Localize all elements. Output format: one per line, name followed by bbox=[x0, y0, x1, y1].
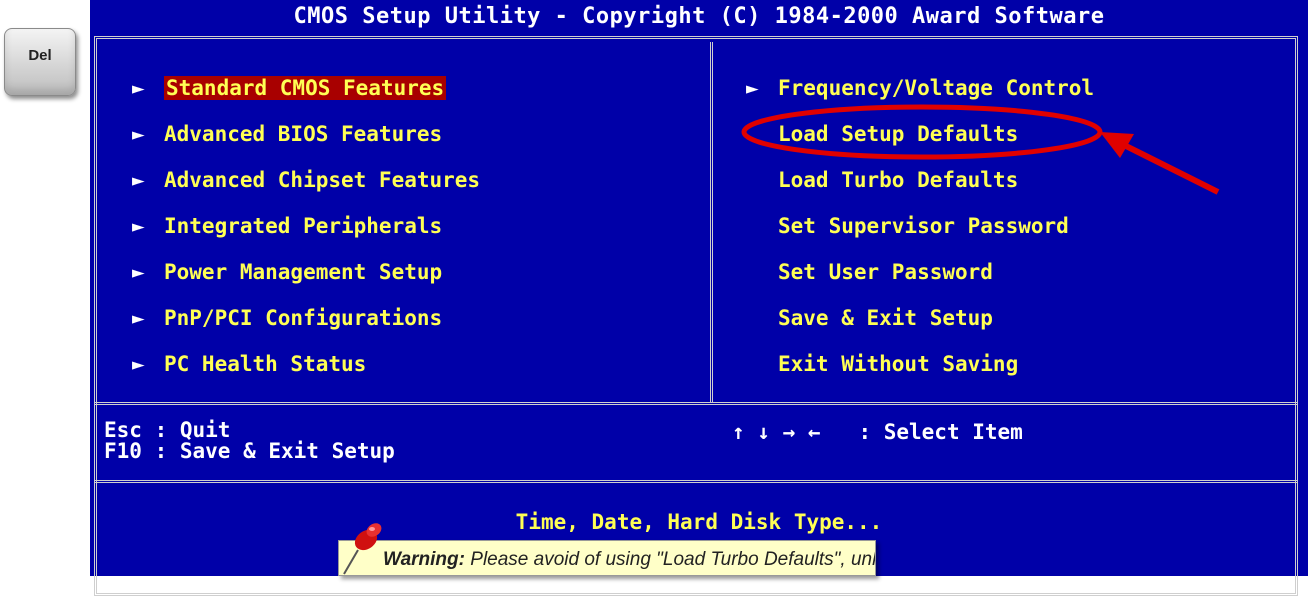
menu-item-power-management-setup[interactable]: ► Power Management Setup bbox=[132, 254, 480, 300]
menu-item-label: Advanced BIOS Features bbox=[164, 122, 443, 146]
menu-arrow-icon: ► bbox=[132, 352, 145, 376]
menu-item-label: Load Setup Defaults bbox=[778, 122, 1019, 146]
menu-item-save-exit-setup[interactable]: Save & Exit Setup bbox=[746, 300, 1094, 346]
menu-item-load-turbo-defaults[interactable]: Load Turbo Defaults bbox=[746, 162, 1094, 208]
del-keycap-label: Del bbox=[28, 47, 52, 64]
pushpin-icon bbox=[343, 523, 382, 575]
select-item-label: : Select Item bbox=[858, 420, 1023, 444]
menu-item-exit-without-saving[interactable]: Exit Without Saving bbox=[746, 346, 1094, 392]
del-keycap-icon: Del bbox=[4, 28, 76, 96]
menu-item-standard-cmos-features[interactable]: ► Standard CMOS Features bbox=[132, 70, 480, 116]
help-f10-save-exit: F10 : Save & Exit Setup bbox=[104, 439, 395, 463]
menu-item-label: Power Management Setup bbox=[164, 260, 443, 284]
help-esc-quit: Esc : Quit bbox=[104, 418, 231, 442]
menu-item-label: Standard CMOS Features bbox=[164, 76, 447, 100]
menu-item-frequency-voltage-control[interactable]: ► Frequency/Voltage Control bbox=[746, 70, 1094, 116]
menu-item-label: Set User Password bbox=[778, 260, 993, 284]
warning-note: Warning: Please avoid of using "Load Tur… bbox=[338, 540, 876, 576]
arrow-keys-icon: ↑ ↓ → ← bbox=[732, 420, 821, 444]
menu-arrow-icon: ► bbox=[132, 168, 145, 192]
menu-item-set-user-password[interactable]: Set User Password bbox=[746, 254, 1094, 300]
key-help: Esc : Quit F10 : Save & Exit Setup bbox=[104, 420, 395, 462]
menu-item-integrated-peripherals[interactable]: ► Integrated Peripherals bbox=[132, 208, 480, 254]
menu-item-label: Save & Exit Setup bbox=[778, 306, 993, 330]
menu-arrow-icon: ► bbox=[132, 306, 145, 330]
menu-item-label: PC Health Status bbox=[164, 352, 367, 376]
item-description: Time, Date, Hard Disk Type... bbox=[515, 510, 883, 534]
menu-item-advanced-bios-features[interactable]: ► Advanced BIOS Features bbox=[132, 116, 480, 162]
menu-item-label: Advanced Chipset Features bbox=[164, 168, 481, 192]
menu-arrow-icon: ► bbox=[132, 122, 145, 146]
menu-item-label: Exit Without Saving bbox=[778, 352, 1019, 376]
menu-item-pnp-pci-configurations[interactable]: ► PnP/PCI Configurations bbox=[132, 300, 480, 346]
menu-item-advanced-chipset-features[interactable]: ► Advanced Chipset Features bbox=[132, 162, 480, 208]
navigation-help: ↑ ↓ → ← : Select Item bbox=[732, 420, 1023, 444]
bios-title: CMOS Setup Utility - Copyright (C) 1984-… bbox=[293, 4, 1105, 29]
left-menu: ► Standard CMOS Features ► Advanced BIOS F… bbox=[132, 70, 480, 392]
menu-item-label: Load Turbo Defaults bbox=[778, 168, 1019, 192]
column-divider bbox=[710, 42, 713, 402]
menu-arrow-icon: ► bbox=[132, 260, 145, 284]
menu-arrow-icon: ► bbox=[132, 214, 145, 238]
right-menu: ► Frequency/Voltage Control Load Setup De… bbox=[746, 70, 1094, 392]
bios-screen: CMOS Setup Utility - Copyright (C) 1984-… bbox=[90, 0, 1308, 596]
menu-arrow-icon: ► bbox=[746, 76, 759, 100]
help-divider bbox=[94, 402, 1298, 405]
menu-item-load-setup-defaults[interactable]: Load Setup Defaults bbox=[746, 116, 1094, 162]
menu-item-label: Set Supervisor Password bbox=[778, 214, 1069, 238]
warning-label: Warning: bbox=[383, 549, 465, 570]
menu-item-pc-health-status[interactable]: ► PC Health Status bbox=[132, 346, 480, 392]
menu-item-label: PnP/PCI Configurations bbox=[164, 306, 443, 330]
menu-item-label: Integrated Peripherals bbox=[164, 214, 443, 238]
menu-item-set-supervisor-password[interactable]: Set Supervisor Password bbox=[746, 208, 1094, 254]
description-divider bbox=[94, 480, 1298, 483]
warning-text: Please avoid of using "Load Turbo Defaul… bbox=[470, 549, 876, 570]
menu-arrow-icon: ► bbox=[132, 76, 145, 100]
menu-item-label: Frequency/Voltage Control bbox=[778, 76, 1095, 100]
